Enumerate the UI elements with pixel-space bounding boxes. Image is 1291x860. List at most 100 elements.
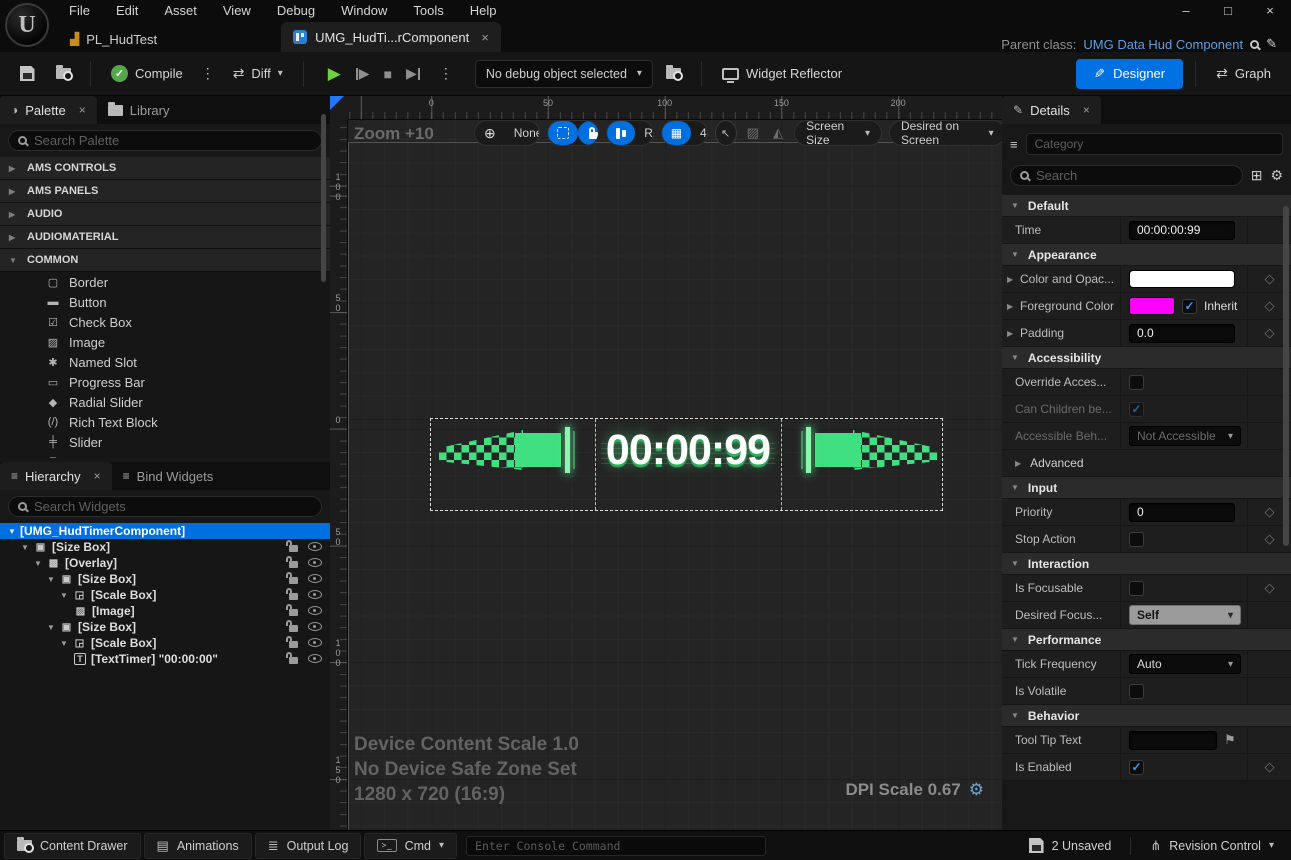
- tab-hierarchy[interactable]: ≡ Hierarchy ×: [0, 462, 112, 490]
- checkbox[interactable]: [1129, 684, 1144, 699]
- visibility-eye-icon[interactable]: [308, 638, 322, 647]
- frame-skip-button[interactable]: ▶: [355, 65, 370, 82]
- play-options-button[interactable]: ⋮: [435, 65, 457, 82]
- details-subsection-advanced[interactable]: ▶Advanced: [1002, 450, 1291, 477]
- selected-timer-widget[interactable]: 00:00:99: [430, 418, 943, 511]
- expander-icon[interactable]: ▼: [60, 591, 72, 600]
- palette-item[interactable]: TText: [0, 452, 330, 458]
- details-scrollbar[interactable]: [1283, 206, 1289, 546]
- graph-mode-button[interactable]: ⇄ Graph: [1208, 59, 1279, 89]
- widget-reflector-button[interactable]: Widget Reflector: [714, 59, 850, 89]
- reset-to-default-icon[interactable]: ◇: [1265, 580, 1275, 596]
- category-list-icon[interactable]: ≡: [1010, 137, 1018, 152]
- fill-rule-toggle[interactable]: [607, 121, 635, 145]
- palette-item[interactable]: ▨Image: [0, 332, 330, 352]
- dropdown[interactable]: Self▾: [1129, 605, 1241, 625]
- details-search[interactable]: [1010, 165, 1243, 186]
- menu-file[interactable]: File: [56, 0, 103, 22]
- unsaved-assets-button[interactable]: 2 Unsaved: [1016, 833, 1125, 859]
- hierarchy-search[interactable]: [8, 496, 322, 517]
- menu-view[interactable]: View: [210, 0, 264, 22]
- details-section-header[interactable]: ▼Interaction: [1002, 553, 1291, 575]
- expander-icon[interactable]: ▼: [8, 527, 20, 536]
- palette-item[interactable]: ▢Border: [0, 272, 330, 292]
- details-section-header[interactable]: ▼Behavior: [1002, 705, 1291, 727]
- property-input[interactable]: [1129, 731, 1217, 750]
- stop-button[interactable]: ■: [384, 66, 392, 82]
- menu-window[interactable]: Window: [328, 0, 400, 22]
- cursor-tool-button[interactable]: ↖: [715, 120, 737, 146]
- dropdown[interactable]: Not Accessible▾: [1129, 426, 1241, 446]
- palette-category[interactable]: ▼COMMON: [0, 249, 330, 272]
- menu-debug[interactable]: Debug: [264, 0, 328, 22]
- respect-locks-toggle[interactable]: R: [635, 121, 653, 145]
- checkered-flag-image-right[interactable]: [797, 427, 937, 473]
- expander-icon[interactable]: ▼: [34, 559, 46, 568]
- skip-to-end-button[interactable]: ▶: [406, 65, 421, 82]
- visibility-eye-icon[interactable]: [308, 622, 322, 631]
- reset-to-default-icon[interactable]: ◇: [1265, 271, 1275, 287]
- palette-category[interactable]: ▶AUDIO: [0, 203, 330, 226]
- minimize-button[interactable]: –: [1165, 0, 1207, 22]
- preview-image-button[interactable]: ▨: [744, 125, 762, 141]
- details-section-header[interactable]: ▼Appearance: [1002, 244, 1291, 266]
- display-filter-icon[interactable]: ⊞: [1251, 167, 1263, 184]
- play-button[interactable]: ▶: [328, 64, 341, 84]
- menu-edit[interactable]: Edit: [103, 0, 151, 22]
- close-icon[interactable]: ×: [94, 469, 101, 483]
- revision-control-dropdown[interactable]: ⋔ Revision Control ▾: [1137, 833, 1287, 859]
- visibility-eye-icon[interactable]: [308, 590, 322, 599]
- palette-search[interactable]: [8, 130, 322, 151]
- console-command-input[interactable]: [466, 836, 766, 856]
- gear-icon[interactable]: ⚙: [969, 780, 984, 800]
- visibility-eye-icon[interactable]: [308, 654, 322, 663]
- tab-details[interactable]: ✎ Details ×: [1002, 96, 1101, 124]
- dropdown[interactable]: Auto▾: [1129, 654, 1241, 674]
- hierarchy-row[interactable]: ▼◲[Scale Box]: [0, 587, 330, 603]
- palette-item[interactable]: ◆Radial Slider: [0, 392, 330, 412]
- settings-gear-icon[interactable]: ⚙: [1270, 167, 1283, 184]
- outline-selection-toggle[interactable]: [548, 121, 578, 145]
- compile-options-button[interactable]: ⋮: [197, 65, 219, 82]
- tab-close-icon[interactable]: ×: [481, 30, 489, 45]
- hierarchy-search-input[interactable]: [34, 499, 312, 514]
- visibility-eye-icon[interactable]: [308, 606, 322, 615]
- unlock-icon[interactable]: [286, 540, 299, 553]
- inherit-checkbox[interactable]: ✓: [1182, 299, 1197, 314]
- level-asset-chip[interactable]: ▟ PL_HudTest: [56, 26, 171, 52]
- close-icon[interactable]: ×: [79, 103, 86, 117]
- hierarchy-row[interactable]: ▼◲[Scale Box]: [0, 635, 330, 651]
- localization-none-button[interactable]: None: [505, 121, 540, 145]
- expander-icon[interactable]: ▼: [47, 623, 59, 632]
- grid-snap-size[interactable]: 4: [691, 121, 708, 145]
- palette-category[interactable]: ▶AMS CONTROLS: [0, 157, 330, 180]
- grid-snap-toggle[interactable]: ▦: [662, 121, 691, 145]
- details-search-input[interactable]: [1036, 168, 1233, 183]
- details-section-header[interactable]: ▼Input: [1002, 477, 1291, 499]
- browse-to-asset-button[interactable]: [48, 59, 78, 89]
- hierarchy-row[interactable]: ▼[UMG_HudTimerComponent]: [0, 523, 330, 539]
- unlock-icon[interactable]: [286, 604, 299, 617]
- tab-bind-widgets[interactable]: ≡ Bind Widgets: [112, 462, 225, 490]
- designer-mode-button[interactable]: ✎ Designer: [1076, 59, 1183, 89]
- reset-to-default-icon[interactable]: ◇: [1265, 325, 1275, 341]
- hierarchy-row[interactable]: ▼▣[Size Box]: [0, 539, 330, 555]
- save-button[interactable]: [12, 59, 42, 89]
- parent-class-link[interactable]: UMG Data Hud Component: [1083, 37, 1243, 52]
- unlock-icon[interactable]: [286, 588, 299, 601]
- property-input[interactable]: [1129, 324, 1235, 343]
- diff-button[interactable]: ⇄ Diff ▾: [225, 59, 291, 89]
- checkbox[interactable]: [1129, 581, 1144, 596]
- unlock-icon[interactable]: [286, 620, 299, 633]
- unlock-icon[interactable]: [286, 652, 299, 665]
- checkbox[interactable]: ✓: [1129, 402, 1144, 417]
- close-button[interactable]: ×: [1249, 0, 1291, 22]
- edit-pencil-icon[interactable]: ✎: [1266, 36, 1277, 52]
- property-input[interactable]: [1129, 503, 1235, 522]
- visibility-eye-icon[interactable]: [308, 542, 322, 551]
- expander-icon[interactable]: ▼: [21, 543, 33, 552]
- visibility-eye-icon[interactable]: [308, 574, 322, 583]
- unlock-icon[interactable]: [286, 572, 299, 585]
- reset-to-default-icon[interactable]: ◇: [1265, 531, 1275, 547]
- localization-preview-button[interactable]: ⊕: [475, 121, 505, 145]
